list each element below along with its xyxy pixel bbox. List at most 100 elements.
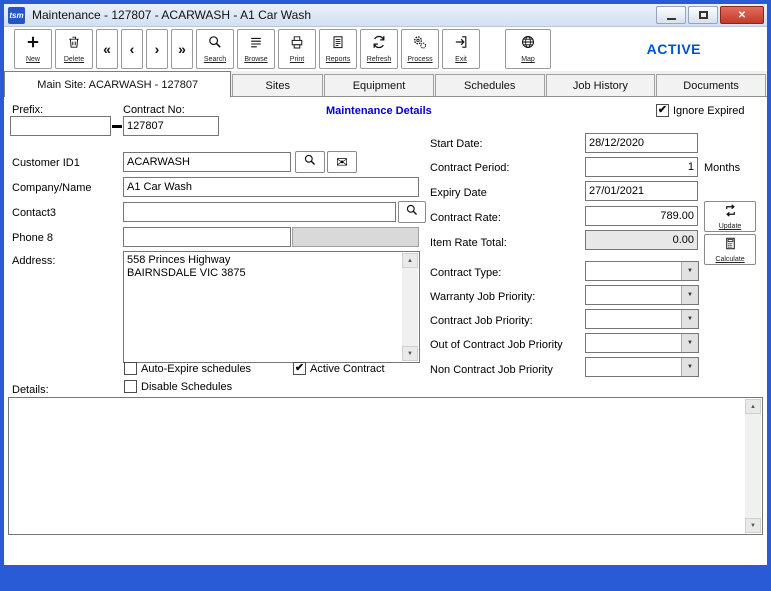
warranty-job-priority-dropdown[interactable]: ▼ — [585, 285, 699, 305]
address-textarea[interactable]: 558 Princes Highway BAIRNSDALE VIC 3875 … — [123, 251, 420, 363]
contract-period-input[interactable] — [585, 157, 698, 177]
scroll-down-icon: ▼ — [407, 350, 413, 357]
tab-bar: Main Site: ACARWASH - 127807 Sites Equip… — [4, 71, 767, 97]
exit-button[interactable]: Exit — [442, 29, 480, 69]
exit-icon — [453, 34, 469, 55]
contract-job-priority-dropdown[interactable]: ▼ — [585, 309, 699, 329]
print-button[interactable]: Print — [278, 29, 316, 69]
title-bar: tsm Maintenance - 127807 - ACARWASH - A1… — [4, 4, 767, 27]
update-rate-button[interactable]: Update — [704, 201, 756, 232]
last-record-icon: » — [178, 41, 186, 57]
contract-rate-label: Contract Rate: — [430, 212, 501, 224]
auto-expire-label: Auto-Expire schedules — [141, 363, 252, 375]
first-record-icon: « — [103, 41, 111, 57]
process-button[interactable]: Process — [401, 29, 439, 69]
reports-button[interactable]: Reports — [319, 29, 357, 69]
delete-button[interactable]: Delete — [55, 29, 93, 69]
new-button[interactable]: New — [14, 29, 52, 69]
browse-button[interactable]: Browse — [237, 29, 275, 69]
scroll-down-button[interactable]: ▼ — [402, 346, 418, 361]
details-textarea[interactable]: ▲ ▼ — [8, 397, 763, 535]
expiry-date-label: Expiry Date — [430, 187, 487, 199]
auto-expire-checkbox[interactable] — [124, 362, 137, 375]
contract-type-label: Contract Type: — [430, 267, 502, 279]
new-icon — [25, 34, 41, 55]
details-label: Details: — [12, 384, 49, 396]
prefix-contract-separator — [112, 125, 122, 128]
expiry-date-input[interactable] — [585, 181, 698, 201]
window-controls: ✕ — [656, 6, 764, 24]
contract-rate-input[interactable] — [585, 206, 698, 226]
prefix-label: Prefix: — [12, 104, 44, 116]
ignore-expired-checkbox[interactable]: ✔ — [656, 104, 669, 117]
close-icon: ✕ — [737, 9, 747, 21]
non-contract-job-priority-label: Non Contract Job Priority — [430, 364, 553, 376]
tab-main-site[interactable]: Main Site: ACARWASH - 127807 — [4, 71, 232, 97]
scroll-up-button[interactable]: ▲ — [402, 253, 418, 268]
first-record-button[interactable]: « — [96, 29, 118, 69]
search-button[interactable]: Search — [196, 29, 234, 69]
chevron-down-icon[interactable]: ▼ — [681, 310, 698, 328]
globe-icon — [520, 34, 536, 55]
tab-documents[interactable]: Documents — [656, 74, 766, 96]
map-button[interactable]: Map — [505, 29, 551, 69]
tab-sites[interactable]: Sites — [232, 74, 324, 96]
out-of-contract-job-priority-dropdown[interactable]: ▼ — [585, 333, 699, 353]
maximize-button[interactable] — [688, 6, 718, 24]
maximize-icon — [698, 11, 708, 19]
chevron-down-icon[interactable]: ▼ — [681, 334, 698, 352]
envelope-icon: ✉ — [336, 153, 348, 170]
customer-search-button[interactable] — [295, 151, 325, 173]
out-of-contract-job-priority-label: Out of Contract Job Priority — [430, 339, 563, 351]
last-record-button[interactable]: » — [171, 29, 193, 69]
trash-icon — [66, 34, 82, 55]
disable-schedules-checkbox[interactable] — [124, 380, 137, 393]
ignore-expired-label: Ignore Expired — [673, 105, 745, 117]
prefix-input[interactable] — [10, 116, 111, 136]
tab-equipment[interactable]: Equipment — [324, 74, 434, 96]
contract-type-dropdown[interactable]: ▼ — [585, 261, 699, 281]
phone-label: Phone 8 — [12, 232, 53, 244]
update-loop-icon — [723, 203, 738, 223]
scroll-down-button[interactable]: ▼ — [745, 518, 761, 533]
scroll-up-icon: ▲ — [750, 403, 756, 410]
contract-no-input[interactable] — [123, 116, 219, 136]
chevron-down-icon[interactable]: ▼ — [681, 262, 698, 280]
customer-id-input[interactable] — [123, 152, 291, 172]
chevron-down-icon[interactable]: ▼ — [681, 358, 698, 376]
tab-job-history[interactable]: Job History — [545, 74, 656, 96]
disable-schedules-label: Disable Schedules — [141, 381, 233, 393]
active-contract-checkbox[interactable]: ✔ — [293, 362, 306, 375]
details-scrollbar[interactable]: ▲ ▼ — [745, 399, 761, 533]
previous-record-button[interactable]: ‹ — [121, 29, 143, 69]
status-badge: ACTIVE — [646, 41, 701, 57]
customer-id-label: Customer ID1 — [12, 157, 80, 169]
address-scrollbar[interactable]: ▲ ▼ — [402, 253, 418, 361]
chevron-down-icon[interactable]: ▼ — [681, 286, 698, 304]
address-label: Address: — [12, 255, 56, 267]
app-logo-icon: tsm — [8, 6, 25, 24]
warranty-job-priority-label: Warranty Job Priority: — [430, 291, 536, 303]
tab-schedules[interactable]: Schedules — [434, 74, 545, 96]
phone-extension-disabled-field — [292, 227, 419, 247]
refresh-icon — [371, 34, 387, 55]
minimize-button[interactable] — [656, 6, 686, 24]
section-title: Maintenance Details — [326, 105, 432, 117]
close-button[interactable]: ✕ — [720, 6, 764, 24]
scroll-up-button[interactable]: ▲ — [745, 399, 761, 414]
months-label: Months — [704, 162, 741, 174]
customer-email-button[interactable]: ✉ — [327, 151, 357, 173]
checkmark-icon: ✔ — [294, 362, 305, 374]
start-date-input[interactable] — [585, 133, 698, 153]
calculate-button[interactable]: Calculate — [704, 234, 756, 265]
contact-search-button[interactable] — [398, 201, 426, 223]
search-icon — [207, 34, 223, 55]
next-record-button[interactable]: › — [146, 29, 168, 69]
non-contract-job-priority-dropdown[interactable]: ▼ — [585, 357, 699, 377]
refresh-button[interactable]: Refresh — [360, 29, 398, 69]
company-name-input[interactable] — [123, 177, 419, 197]
contact-input[interactable] — [123, 202, 396, 222]
scroll-down-icon: ▼ — [750, 522, 756, 529]
address-text: 558 Princes Highway BAIRNSDALE VIC 3875 — [127, 254, 246, 279]
phone-input[interactable] — [123, 227, 291, 247]
